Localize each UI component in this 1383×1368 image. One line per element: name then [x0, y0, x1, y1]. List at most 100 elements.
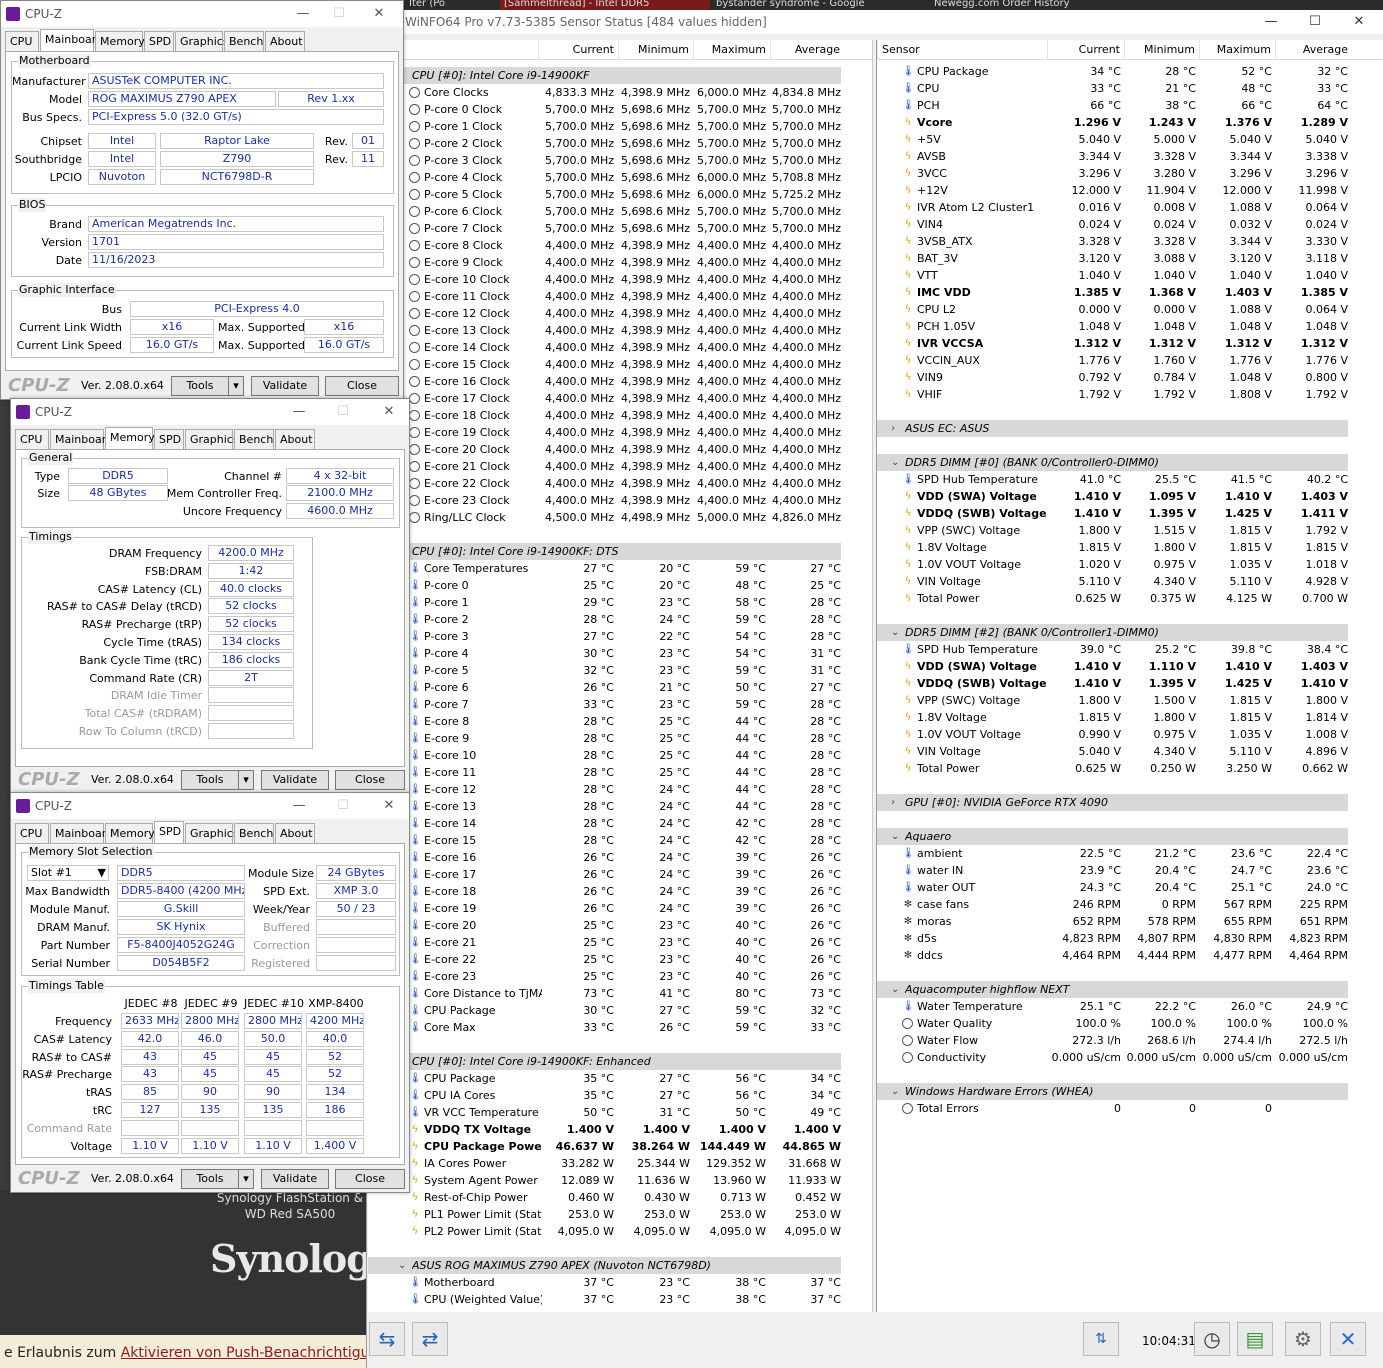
sensor-row[interactable]: 🌡 P-core 0 25 °C 20 °C 48 °C 25 °C	[368, 577, 872, 594]
sensor-row[interactable]: 🌡 E-core 19 26 °C 24 °C 39 °C 26 °C	[368, 900, 872, 917]
sensor-row[interactable]: E-core 23 Clock 4,400.0 MHz 4,398.9 MHz 4,4…	[368, 492, 872, 509]
tab-about[interactable]: About	[275, 429, 315, 449]
minimize-button[interactable]: —	[279, 793, 319, 819]
tab-cpu[interactable]: CPU	[15, 429, 49, 449]
sensor-row[interactable]: ϟ VIN4 0.024 V 0.024 V 0.032 V 0.024 V	[877, 216, 1383, 233]
tab-mainboard[interactable]: Mainboard	[50, 429, 113, 449]
sensor-row[interactable]: 🌡 E-core 9 28 °C 25 °C 44 °C 28 °C	[368, 730, 872, 747]
tab-bench[interactable]: Bench	[234, 823, 274, 843]
sensor-row[interactable]: E-core 16 Clock 4,400.0 MHz 4,398.9 MHz 4,4…	[368, 373, 872, 390]
sensor-row[interactable]: ϟ Vcore 1.296 V 1.243 V 1.376 V 1.289 V	[877, 114, 1383, 131]
col-maximum[interactable]: Maximum	[1199, 40, 1275, 60]
sensor-row[interactable]: ϟ VIN Voltage 5.110 V 4.340 V 5.110 V 4.928 V	[877, 573, 1383, 590]
sensor-row[interactable]: 🌡 E-core 14 28 °C 24 °C 42 °C 28 °C	[368, 815, 872, 832]
network-icon[interactable]: ⇅	[1083, 1322, 1119, 1356]
sensor-row[interactable]: E-core 21 Clock 4,400.0 MHz 4,398.9 MHz 4,4…	[368, 458, 872, 475]
close-window-button[interactable]: ✕	[369, 793, 409, 819]
chevron-down-icon[interactable]: ⌄	[891, 624, 899, 641]
sensor-group-header[interactable]: CPU [#0]: Intel Core i9-14900KF: Enhance…	[368, 1053, 841, 1070]
sensor-row[interactable]: 🌡 E-core 8 28 °C 25 °C 44 °C 28 °C	[368, 713, 872, 730]
sensor-row[interactable]: 🌡 E-core 20 25 °C 23 °C 40 °C 26 °C	[368, 917, 872, 934]
validate-button[interactable]: Validate	[261, 1169, 329, 1189]
sensor-row[interactable]: Water Flow 272.3 l/h 268.6 l/h 274.4 l/h 272…	[877, 1032, 1383, 1049]
sensor-row[interactable]: 🌡 E-core 12 28 °C 24 °C 44 °C 28 °C	[368, 781, 872, 798]
sensor-row[interactable]: ϟ CPU Package Power 46.637 W 38.264 W 144.44…	[368, 1138, 872, 1155]
nav-left-icon[interactable]: ⇆	[369, 1322, 405, 1356]
sensor-row[interactable]: ϟ VDD (SWA) Voltage 1.410 V 1.095 V 1.410 V 1…	[877, 488, 1383, 505]
enable-push-link[interactable]: Aktivieren von Push-Benachrichtigungen	[121, 1345, 366, 1361]
tab-bench[interactable]: Bench	[234, 429, 274, 449]
sensor-row[interactable]: E-core 19 Clock 4,400.0 MHz 4,398.9 MHz 4,4…	[368, 424, 872, 441]
sensor-row[interactable]: 🌡VR VCC Temperature (SV... 50 °C 31 °C 50 °…	[368, 1104, 872, 1121]
sensor-row[interactable]: 🌡 Water Temperature 25.1 °C 22.2 °C 26.0 °C 2…	[877, 998, 1383, 1015]
sensor-group-header[interactable]: CPU [#0]: Intel Core i9-14900KF	[368, 67, 841, 84]
sensor-row[interactable]: ϟ IA Cores Power 33.282 W 25.344 W 129.352 W…	[368, 1155, 872, 1172]
sensor-row[interactable]: ϟ VPP (SWC) Voltage 1.800 V 1.500 V 1.815 V 1…	[877, 692, 1383, 709]
col-minimum[interactable]: Minimum	[618, 40, 693, 60]
sensor-row[interactable]: ϟ VHIF 1.792 V 1.792 V 1.808 V 1.792 V	[877, 386, 1383, 403]
tools-dropdown-icon[interactable]: ▾	[238, 770, 254, 790]
sensor-row[interactable]: ϟ +5V 5.040 V 5.000 V 5.040 V 5.040 V	[877, 131, 1383, 148]
chevron-down-icon[interactable]: ⌄	[398, 1257, 406, 1274]
sensor-row[interactable]: 🌡 CPU Package 35 °C 27 °C 56 °C 34 °C	[368, 1070, 872, 1087]
close-icon[interactable]: ✕	[1330, 1322, 1366, 1356]
tools-button[interactable]: Tools	[181, 1169, 239, 1189]
maximize-button[interactable]: ☐	[319, 1, 359, 27]
tools-button[interactable]: Tools	[181, 770, 239, 790]
sensor-row[interactable]: E-core 12 Clock 4,400.0 MHz 4,398.9 MHz 4,4…	[368, 305, 872, 322]
sensor-row[interactable]: Water Quality 100.0 % 100.0 % 100.0 % 100.0 …	[877, 1015, 1383, 1032]
sensor-row[interactable]: 🌡 ambient 22.5 °C 21.2 °C 23.6 °C 22.4 °C	[877, 845, 1383, 862]
sensor-row[interactable]: P-core 7 Clock 5,700.0 MHz 5,698.6 MHz 5,70…	[368, 220, 872, 237]
sensor-row[interactable]: 🌡 E-core 11 28 °C 25 °C 44 °C 28 °C	[368, 764, 872, 781]
sensor-row[interactable]: 🌡 E-core 16 26 °C 24 °C 39 °C 26 °C	[368, 849, 872, 866]
chevron-right-icon[interactable]: ›	[891, 420, 895, 437]
sensor-row[interactable]: 🌡 water IN 23.9 °C 20.4 °C 24.7 °C 23.6 °C	[877, 862, 1383, 879]
sensor-row[interactable]: ϟ 1.8V Voltage 1.815 V 1.800 V 1.815 V 1.815 …	[877, 539, 1383, 556]
sensor-row[interactable]: 🌡 E-core 17 26 °C 24 °C 39 °C 26 °C	[368, 866, 872, 883]
col-average[interactable]: Average	[770, 40, 844, 60]
sensor-group-header[interactable]: › GPU [#0]: NVIDIA GeForce RTX 4090	[877, 794, 1348, 811]
sensor-row[interactable]: 🌡 E-core 18 26 °C 24 °C 39 °C 26 °C	[368, 883, 872, 900]
tab-graphics[interactable]: Graphics	[175, 31, 229, 51]
maximize-button[interactable]: ☐	[323, 793, 363, 819]
sensor-row[interactable]: 🌡 Motherboard 37 °C 23 °C 38 °C 37 °C	[368, 1274, 872, 1291]
sensor-row[interactable]: ϟ VIN Voltage 5.040 V 4.340 V 5.110 V 4.896 V	[877, 743, 1383, 760]
sensor-row[interactable]: E-core 20 Clock 4,400.0 MHz 4,398.9 MHz 4,4…	[368, 441, 872, 458]
sensor-group-header[interactable]: ⌄ Windows Hardware Errors (WHEA)	[877, 1083, 1348, 1100]
tab-cpu[interactable]: CPU	[5, 31, 39, 51]
sensor-row[interactable]: Core Clocks 4,833.3 MHz 4,398.9 MHz 6,000.0…	[368, 84, 872, 101]
tab-spd[interactable]: SPD	[154, 821, 184, 843]
sensor-row[interactable]: 🌡 SPD Hub Temperature 39.0 °C 25.2 °C 39.8 °…	[877, 641, 1383, 658]
sensor-row[interactable]: P-core 3 Clock 5,700.0 MHz 5,698.6 MHz 5,70…	[368, 152, 872, 169]
sensor-row[interactable]: 🌡 P-core 3 27 °C 22 °C 54 °C 28 °C	[368, 628, 872, 645]
col-minimum[interactable]: Minimum	[1124, 40, 1199, 60]
sensor-row[interactable]: ϟ VIN9 0.792 V 0.784 V 1.048 V 0.800 V	[877, 369, 1383, 386]
slot-select[interactable]: Slot #1 ▼	[27, 865, 109, 881]
browser-tab[interactable]: [Sammelthread] - Intel DDR5	[500, 0, 710, 10]
sensor-group-header[interactable]: CPU [#0]: Intel Core i9-14900KF: DTS	[368, 543, 841, 560]
tab-memory[interactable]: Memory	[105, 823, 155, 843]
sensor-row[interactable]: ϟ +12V 12.000 V 11.904 V 12.000 V 11.998 V	[877, 182, 1383, 199]
sensor-row[interactable]: 🌡 CPU (Weighted Value) 37 °C 23 °C 38 °C 37 °…	[368, 1291, 872, 1308]
sensor-row[interactable]: ✻ d5s 4,823 RPM 4,807 RPM 4,830 RPM 4,823 RPM	[877, 930, 1383, 947]
sensor-pane-right[interactable]: Sensor Current Minimum Maximum Average 🌡…	[876, 40, 1383, 1312]
sensor-row[interactable]: ϟ PL2 Power Limit (Static) 4,095.0 W 4,095.…	[368, 1223, 872, 1240]
sensor-group-header[interactable]: › ASUS EC: ASUS	[877, 420, 1348, 437]
minimize-button[interactable]: —	[283, 1, 323, 27]
sensor-row[interactable]: 🌡 E-core 21 25 °C 23 °C 40 °C 26 °C	[368, 934, 872, 951]
browser-tab[interactable]: Newegg.com Order History	[930, 0, 1130, 10]
sensor-pane-left[interactable]: Current Minimum Maximum Average CPU [#0]…	[368, 40, 873, 1312]
sensor-row[interactable]: ϟ Total Power 0.625 W 0.375 W 4.125 W 0.700 W	[877, 590, 1383, 607]
sensor-row[interactable]: 🌡 Core Max 33 °C 26 °C 59 °C 33 °C	[368, 1019, 872, 1036]
browser-tab[interactable]: Iter (Po	[405, 0, 495, 10]
maximize-button[interactable]: ☐	[1293, 10, 1337, 34]
sensor-row[interactable]: ϟ CPU L2 0.000 V 0.000 V 1.088 V 0.064 V	[877, 301, 1383, 318]
validate-button[interactable]: Validate	[261, 770, 329, 790]
tab-mainboard[interactable]: Mainboard	[50, 823, 113, 843]
tools-dropdown-icon[interactable]: ▾	[228, 376, 244, 396]
tab-graphics[interactable]: Graphics	[185, 823, 239, 843]
sensor-row[interactable]: Total Errors 0 0 0	[877, 1100, 1383, 1117]
sensor-row[interactable]: E-core 13 Clock 4,400.0 MHz 4,398.9 MHz 4,4…	[368, 322, 872, 339]
sensor-row[interactable]: P-core 2 Clock 5,700.0 MHz 5,698.6 MHz 5,70…	[368, 135, 872, 152]
sensor-row[interactable]: E-core 9 Clock 4,400.0 MHz 4,398.9 MHz 4,40…	[368, 254, 872, 271]
